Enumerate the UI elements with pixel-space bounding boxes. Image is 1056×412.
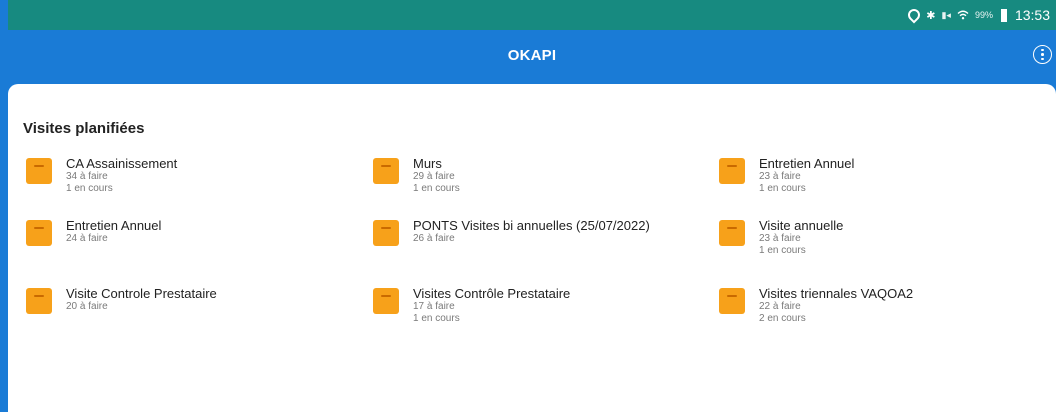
- visit-in-progress-count: 2 en cours: [759, 313, 806, 324]
- battery-icon: [1000, 8, 1007, 22]
- visit-todo-count: 23 à faire: [759, 233, 801, 244]
- app-window: ✱ ▮◂ 99% 13:53 OKAPI Visites planifiées: [0, 0, 1056, 412]
- folder-icon: [373, 158, 399, 184]
- section-title: Visites planifiées: [23, 120, 145, 137]
- folder-icon: [26, 158, 52, 184]
- folder-icon: [26, 288, 52, 314]
- location-icon: [905, 6, 923, 24]
- visit-name: Visite Controle Prestataire: [66, 286, 217, 301]
- visit-item[interactable]: Murs 29 à faire 1 en cours: [373, 156, 460, 195]
- wifi-icon: [957, 10, 969, 20]
- status-bar: ✱ ▮◂ 99% 13:53: [8, 0, 1056, 30]
- visit-todo-count: 23 à faire: [759, 171, 801, 182]
- bluetooth-icon: ✱: [926, 9, 936, 22]
- visit-in-progress-count: 1 en cours: [759, 245, 806, 256]
- folder-icon: [719, 220, 745, 246]
- visit-name: Visites triennales VAQOA2: [759, 286, 914, 301]
- visit-item[interactable]: Visites Contrôle Prestataire 17 à faire …: [373, 286, 570, 325]
- folder-icon: [719, 288, 745, 314]
- folder-icon: [26, 220, 52, 246]
- visit-todo-count: 17 à faire: [413, 301, 455, 312]
- app-bar: OKAPI: [8, 30, 1056, 80]
- left-border: [0, 0, 8, 412]
- status-icons: ✱ ▮◂ 99% 13:53: [905, 6, 1050, 24]
- folder-icon: [373, 220, 399, 246]
- visit-todo-count: 24 à faire: [66, 233, 108, 244]
- visit-name: Murs: [413, 156, 442, 171]
- visit-item[interactable]: Visites triennales VAQOA2 22 à faire 2 e…: [719, 286, 913, 325]
- visit-todo-count: 26 à faire: [413, 233, 455, 244]
- clock: 13:53: [1014, 7, 1050, 23]
- visit-in-progress-count: 1 en cours: [66, 183, 113, 194]
- visit-in-progress-count: 1 en cours: [413, 313, 460, 324]
- more-options-button[interactable]: [1033, 45, 1052, 64]
- visit-name: Visites Contrôle Prestataire: [413, 286, 571, 301]
- app-title: OKAPI: [507, 46, 557, 64]
- visit-todo-count: 20 à faire: [66, 301, 108, 312]
- visit-item[interactable]: Visite annuelle 23 à faire 1 en cours: [719, 218, 843, 257]
- folder-icon: [373, 288, 399, 314]
- visit-item[interactable]: Entretien Annuel 24 à faire: [26, 218, 161, 246]
- mute-icon: ▮◂: [941, 9, 951, 20]
- visit-name: Visite annuelle: [759, 218, 844, 233]
- visit-in-progress-count: 1 en cours: [759, 183, 806, 194]
- visit-name: Entretien Annuel: [66, 218, 162, 233]
- more-vertical-icon: [1041, 48, 1044, 52]
- visit-item[interactable]: Visite Controle Prestataire 20 à faire: [26, 286, 217, 314]
- visit-name: Entretien Annuel: [759, 156, 855, 171]
- visit-item[interactable]: CA Assainissement 34 à faire 1 en cours: [26, 156, 177, 195]
- visit-item[interactable]: PONTS Visites bi annuelles (25/07/2022) …: [373, 218, 650, 246]
- folder-icon: [719, 158, 745, 184]
- battery-percent: 99%: [974, 10, 993, 20]
- visit-item[interactable]: Entretien Annuel 23 à faire 1 en cours: [719, 156, 854, 195]
- visit-todo-count: 22 à faire: [759, 301, 801, 312]
- visit-name: CA Assainissement: [66, 156, 178, 171]
- visit-todo-count: 34 à faire: [66, 171, 108, 182]
- visit-name: PONTS Visites bi annuelles (25/07/2022): [413, 218, 650, 233]
- content-card: Visites planifiées CA Assainissement 34 …: [8, 84, 1056, 412]
- visit-in-progress-count: 1 en cours: [413, 183, 460, 194]
- content-area: Visites planifiées CA Assainissement 34 …: [8, 80, 1056, 412]
- visit-todo-count: 29 à faire: [413, 171, 455, 182]
